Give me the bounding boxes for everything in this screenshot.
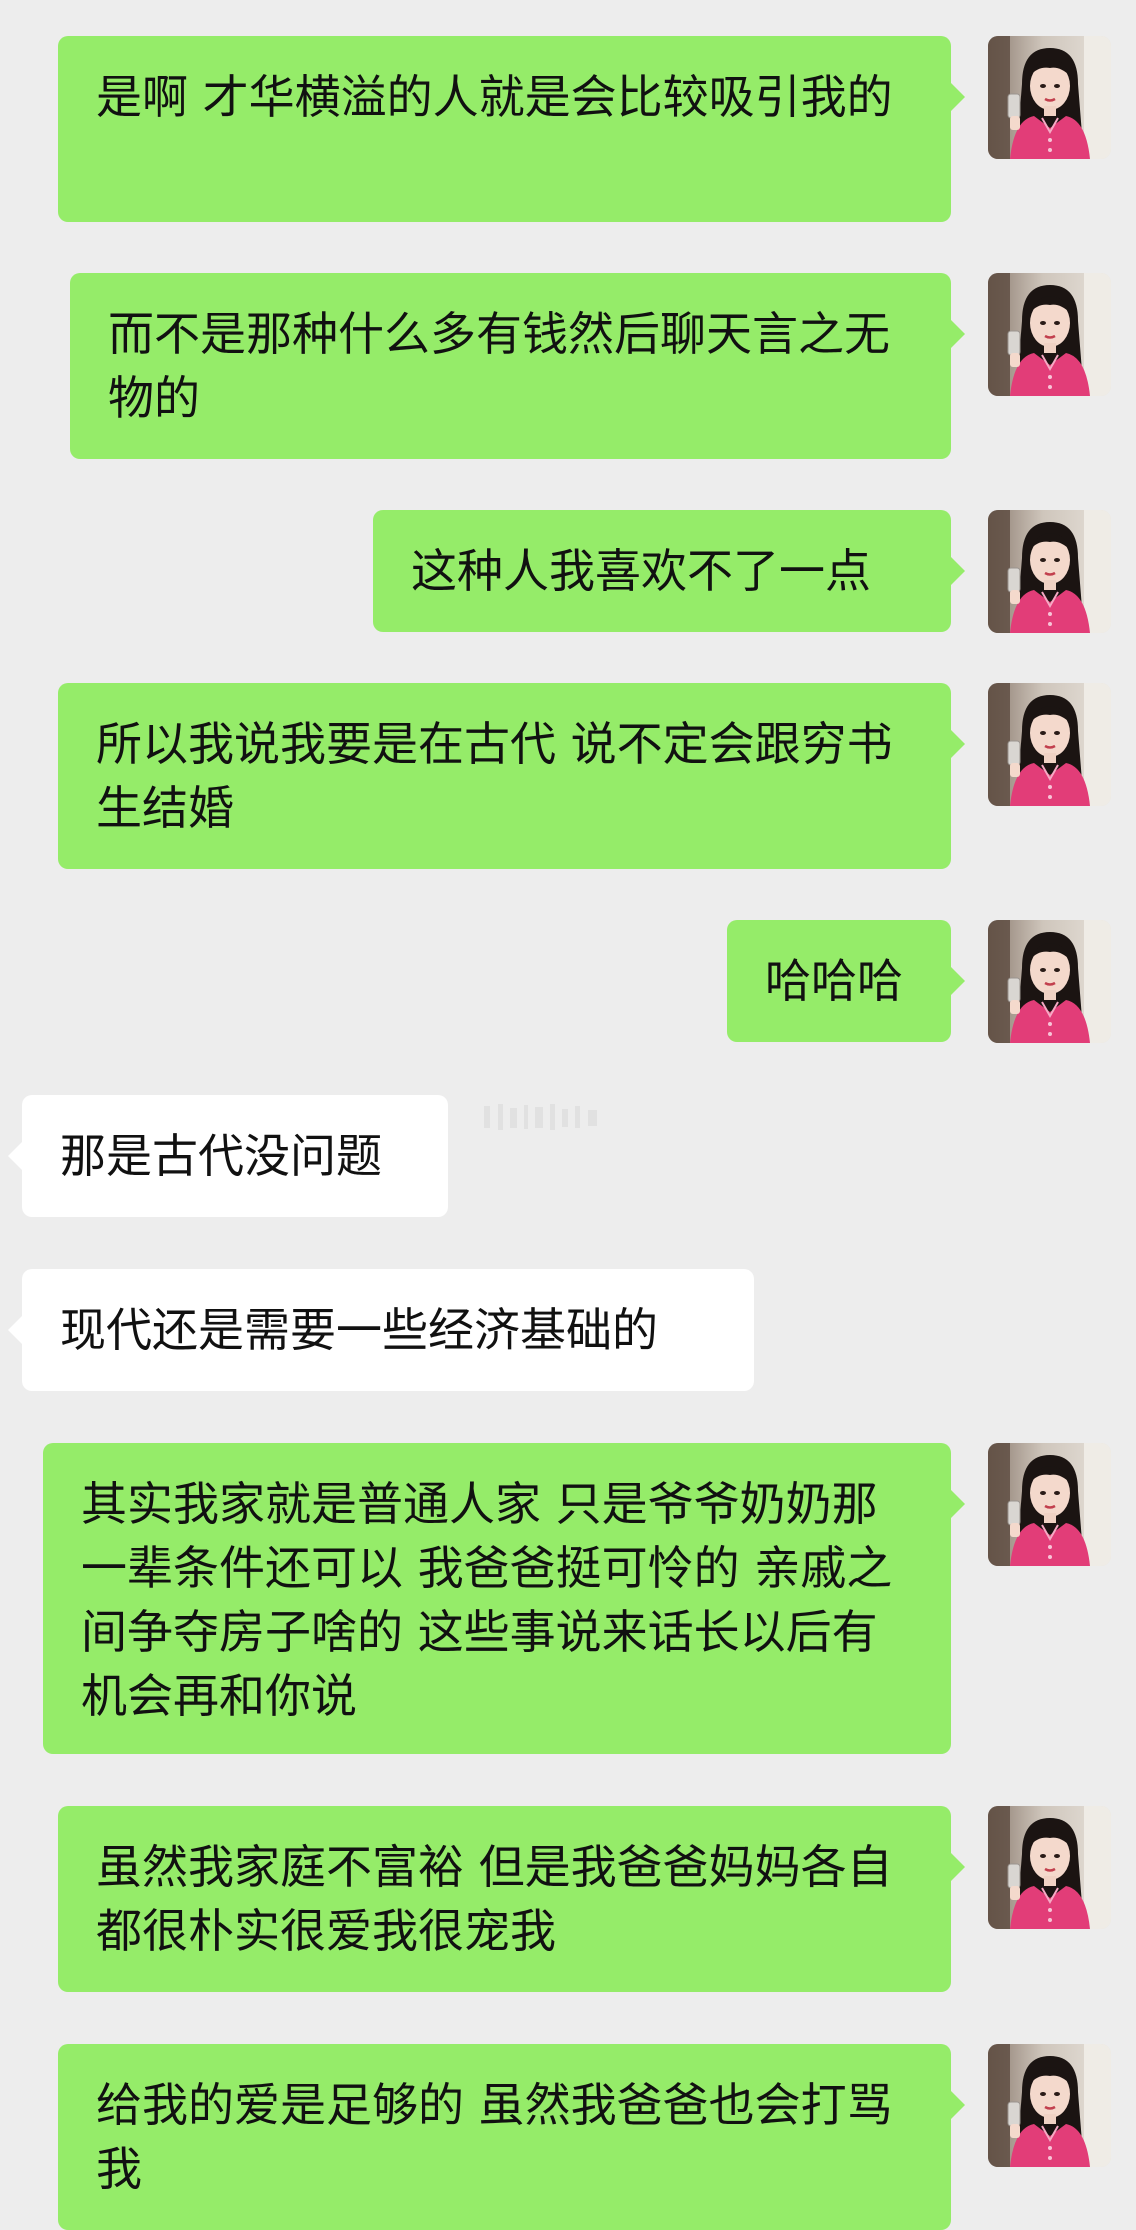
message-bubble-sent[interactable]: 其实我家就是普通人家 只是爷爷奶奶那一辈条件还可以 我爸爸挺可怜的 亲戚之间争夺… xyxy=(43,1443,965,1754)
avatar-photo-icon xyxy=(988,273,1111,396)
message-bubble-sent[interactable]: 哈哈哈 xyxy=(727,920,965,1042)
message-text: 这种人我喜欢不了一点 xyxy=(411,544,871,598)
chat-window: 是啊 才华横溢的人就是会比较吸引我的 而不是那种什么多有钱然后聊天言之无物的 这… xyxy=(0,0,1136,2230)
message-bubble-sent[interactable]: 而不是那种什么多有钱然后聊天言之无物的 xyxy=(70,273,965,459)
message-bubble-sent[interactable]: 这种人我喜欢不了一点 xyxy=(373,510,965,632)
message-text: 给我的爱是足够的 虽然我爸爸也会打骂我 xyxy=(96,2078,893,2196)
message-text: 虽然我家庭不富裕 但是我爸爸妈妈各自都很朴实很爱我很宠我 xyxy=(96,1840,893,1958)
avatar[interactable] xyxy=(988,2044,1111,2167)
message-text: 哈哈哈 xyxy=(765,954,903,1008)
avatar[interactable] xyxy=(988,36,1111,159)
avatar[interactable] xyxy=(988,273,1111,396)
message-bubble-received[interactable]: 那是古代没问题 xyxy=(8,1095,448,1217)
avatar[interactable] xyxy=(988,683,1111,806)
avatar-photo-icon xyxy=(988,683,1111,806)
message-bubble-sent[interactable]: 虽然我家庭不富裕 但是我爸爸妈妈各自都很朴实很爱我很宠我 xyxy=(58,1806,965,1992)
avatar-photo-icon xyxy=(988,920,1111,1043)
message-bubble-sent[interactable]: 给我的爱是足够的 虽然我爸爸也会打骂我 xyxy=(58,2044,965,2230)
message-text: 所以我说我要是在古代 说不定会跟穷书生结婚 xyxy=(96,717,893,835)
avatar-photo-icon xyxy=(988,1443,1111,1566)
message-text: 那是古代没问题 xyxy=(60,1129,382,1183)
message-text: 而不是那种什么多有钱然后聊天言之无物的 xyxy=(108,307,890,425)
watermark xyxy=(484,1104,597,1130)
avatar-photo-icon xyxy=(988,2044,1111,2167)
avatar-photo-icon xyxy=(988,36,1111,159)
message-text: 是啊 才华横溢的人就是会比较吸引我的 xyxy=(96,70,893,124)
avatar-photo-icon xyxy=(988,1806,1111,1929)
message-text: 现代还是需要一些经济基础的 xyxy=(60,1303,658,1357)
avatar[interactable] xyxy=(988,510,1111,633)
message-bubble-received[interactable]: 现代还是需要一些经济基础的 xyxy=(8,1269,754,1391)
message-text: 其实我家就是普通人家 只是爷爷奶奶那一辈条件还可以 我爸爸挺可怜的 亲戚之间争夺… xyxy=(81,1477,893,1723)
avatar[interactable] xyxy=(988,920,1111,1043)
avatar[interactable] xyxy=(988,1806,1111,1929)
message-bubble-sent[interactable]: 所以我说我要是在古代 说不定会跟穷书生结婚 xyxy=(58,683,965,869)
avatar[interactable] xyxy=(988,1443,1111,1566)
avatar-photo-icon xyxy=(988,510,1111,633)
message-bubble-sent[interactable]: 是啊 才华横溢的人就是会比较吸引我的 xyxy=(58,36,965,222)
